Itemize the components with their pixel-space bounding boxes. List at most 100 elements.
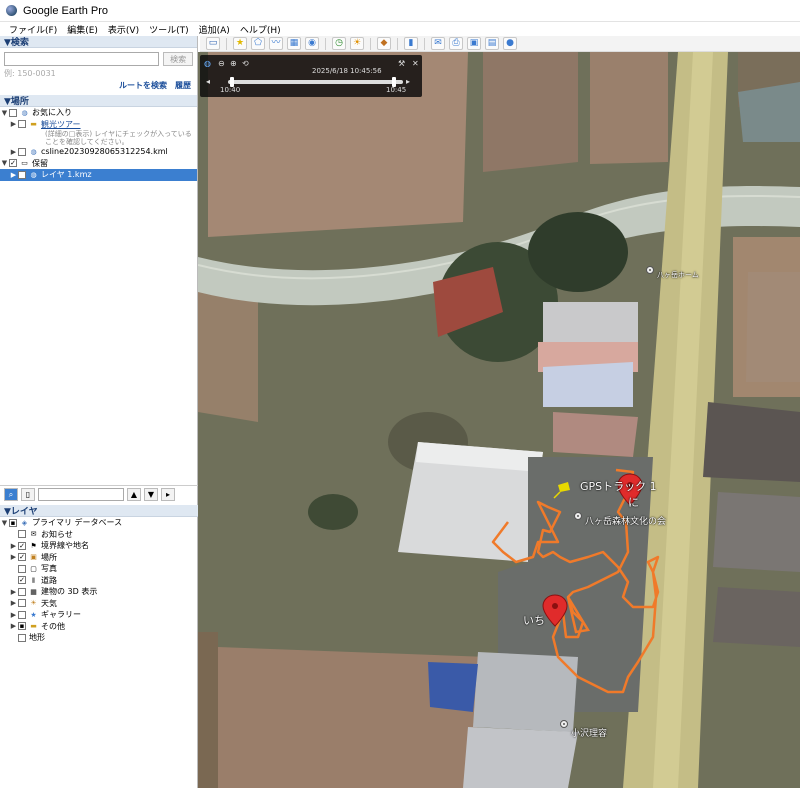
- search-input[interactable]: [4, 52, 160, 66]
- checkbox-checked-icon[interactable]: ✓: [18, 541, 26, 550]
- sunlight-icon[interactable]: ☀: [350, 37, 364, 50]
- menu-view[interactable]: 表示(V): [103, 23, 144, 36]
- expand-down-icon[interactable]: ▼: [0, 519, 9, 527]
- tree-label[interactable]: 観光ツアー: [41, 119, 81, 130]
- checkbox-checked-icon[interactable]: ✓: [18, 576, 26, 585]
- layer-item[interactable]: ▶ ☀ 天気: [0, 598, 198, 610]
- layer-item[interactable]: ▶ ★ ギャラリー: [0, 609, 198, 621]
- historical-imagery-icon[interactable]: ◷: [332, 37, 346, 50]
- checkbox-icon[interactable]: [18, 530, 26, 539]
- expand-down-icon[interactable]: ▼: [0, 109, 9, 117]
- gallery-icon: ★: [30, 610, 37, 619]
- play-icon[interactable]: ▸: [406, 77, 410, 86]
- layer-primary-db[interactable]: ▼ ▪ ◈ プライマリ データベース: [0, 517, 198, 529]
- history-link[interactable]: 履歴: [175, 80, 191, 91]
- panel-toggle-icon[interactable]: ▯: [21, 488, 35, 501]
- checkbox-icon[interactable]: [18, 147, 26, 156]
- placemark-icon[interactable]: ★: [233, 37, 247, 50]
- settings-wrench-icon[interactable]: ⚒: [398, 59, 405, 68]
- time-slider-track[interactable]: [228, 80, 403, 84]
- checkbox-partial-icon[interactable]: ▪: [9, 518, 17, 527]
- layer-item[interactable]: ▶ ▪ ▬ その他: [0, 621, 198, 633]
- filter-input[interactable]: [38, 488, 124, 501]
- record-tour-icon[interactable]: ◉: [305, 37, 319, 50]
- layer-item[interactable]: ✓ ▮ 道路: [0, 575, 198, 587]
- repeat-icon[interactable]: ⟲: [242, 59, 249, 68]
- print-icon[interactable]: ⎙: [449, 37, 463, 50]
- layer-item[interactable]: 地形: [0, 632, 198, 644]
- label-ichi[interactable]: いち: [523, 612, 545, 628]
- label-ni[interactable]: に: [628, 494, 639, 510]
- poi-icon[interactable]: [646, 266, 654, 274]
- move-up-icon[interactable]: ▲: [127, 488, 141, 501]
- label-top-poi[interactable]: 八ヶ岳ホーム: [657, 270, 699, 280]
- layer-item[interactable]: ▢ 写真: [0, 563, 198, 575]
- tree-item-kml[interactable]: ▶ ◍ csline20230928065312254.kml: [0, 146, 197, 158]
- expand-right-icon[interactable]: ▶: [9, 599, 18, 607]
- kmz-icon: ◍: [30, 170, 37, 179]
- menu-add[interactable]: 追加(A): [194, 23, 235, 36]
- expand-right-icon[interactable]: ▶: [9, 148, 18, 156]
- menu-help[interactable]: ヘルプ(H): [235, 23, 286, 36]
- checkbox-partial-icon[interactable]: ▪: [18, 622, 26, 631]
- tree-item-favorites[interactable]: ▼ ◍ お気に入り: [0, 107, 197, 119]
- poi-icon[interactable]: [574, 512, 582, 520]
- expand-right-icon[interactable]: ▶: [9, 171, 18, 179]
- expand-right-icon[interactable]: ▶: [9, 553, 18, 561]
- poi-icon[interactable]: [560, 720, 568, 728]
- image-overlay-icon[interactable]: ▦: [287, 37, 301, 50]
- layers-panel-header[interactable]: ▼レイヤ: [0, 505, 198, 517]
- label-gps-track[interactable]: GPSトラック 1: [580, 478, 657, 494]
- checkbox-icon[interactable]: [18, 120, 26, 129]
- path-icon[interactable]: 〰: [269, 37, 283, 50]
- zoom-out-icon[interactable]: ⊖: [218, 59, 225, 68]
- expand-down-icon[interactable]: ▼: [0, 159, 9, 167]
- sidebar-toggle-icon[interactable]: ▭: [206, 37, 220, 50]
- search-places-icon[interactable]: ⌕: [4, 488, 18, 501]
- menu-tools[interactable]: ツール(T): [144, 23, 194, 36]
- move-down-icon[interactable]: ▼: [144, 488, 158, 501]
- route-search-link[interactable]: ルートを検索: [119, 80, 167, 91]
- checkbox-icon[interactable]: [18, 599, 26, 608]
- checkbox-icon[interactable]: [18, 633, 26, 642]
- checkbox-checked-icon[interactable]: ✓: [18, 170, 26, 179]
- layer-item[interactable]: ▶ ▦ 建物の 3D 表示: [0, 586, 198, 598]
- checkbox-checked-icon[interactable]: ✓: [9, 159, 17, 168]
- layer-item[interactable]: ▶ ✓ ▣ 場所: [0, 552, 198, 564]
- step-back-icon[interactable]: ◂: [206, 77, 210, 86]
- email-icon[interactable]: ✉: [431, 37, 445, 50]
- label-culture-hall[interactable]: 八ヶ岳森林文化の会: [585, 514, 666, 527]
- clock-icon[interactable]: ◍: [204, 59, 211, 68]
- zoom-in-icon[interactable]: ⊕: [230, 59, 237, 68]
- ruler-icon[interactable]: ▮: [404, 37, 418, 50]
- polygon-icon[interactable]: ⬠: [251, 37, 265, 50]
- expand-right-icon[interactable]: ▶: [9, 120, 18, 128]
- checkbox-icon[interactable]: [18, 564, 26, 573]
- tree-item-layer-file[interactable]: ▶ ✓ ◍ レイヤ 1.kmz: [0, 169, 197, 181]
- add-folder-icon[interactable]: ▸: [161, 488, 175, 501]
- expand-right-icon[interactable]: ▶: [9, 542, 18, 550]
- search-button[interactable]: 検索: [163, 52, 193, 66]
- checkbox-icon[interactable]: [18, 587, 26, 596]
- menu-file[interactable]: ファイル(F): [4, 23, 62, 36]
- tree-item-tour[interactable]: ▶ ▬ 観光ツアー: [0, 119, 197, 131]
- planet-switch-icon[interactable]: ◆: [377, 37, 391, 50]
- places-panel-header[interactable]: ▼場所: [0, 95, 197, 107]
- expand-right-icon[interactable]: ▶: [9, 622, 18, 630]
- menu-edit[interactable]: 編集(E): [62, 23, 103, 36]
- save-image-icon[interactable]: ▣: [467, 37, 481, 50]
- expand-right-icon[interactable]: ▶: [9, 588, 18, 596]
- close-icon[interactable]: ✕: [412, 59, 419, 68]
- layer-item[interactable]: ✉ お知らせ: [0, 529, 198, 541]
- checkbox-icon[interactable]: [18, 610, 26, 619]
- maps-icon[interactable]: ▤: [485, 37, 499, 50]
- checkbox-icon[interactable]: [9, 108, 17, 117]
- layer-item[interactable]: ▶ ✓ ⚑ 境界線や地名: [0, 540, 198, 552]
- checkbox-checked-icon[interactable]: ✓: [18, 553, 26, 562]
- search-panel-header[interactable]: ▼検索: [0, 36, 197, 48]
- earth-gallery-icon[interactable]: ●: [503, 37, 517, 50]
- expand-right-icon[interactable]: ▶: [9, 611, 18, 619]
- tree-item-temp[interactable]: ▼ ✓ ▭ 保留: [0, 158, 197, 170]
- label-shop[interactable]: 小沢理容: [571, 726, 607, 739]
- map-view[interactable]: GPSトラック 1 に いち 八ヶ岳森林文化の会 小沢理容 八ヶ岳ホーム: [198, 52, 800, 788]
